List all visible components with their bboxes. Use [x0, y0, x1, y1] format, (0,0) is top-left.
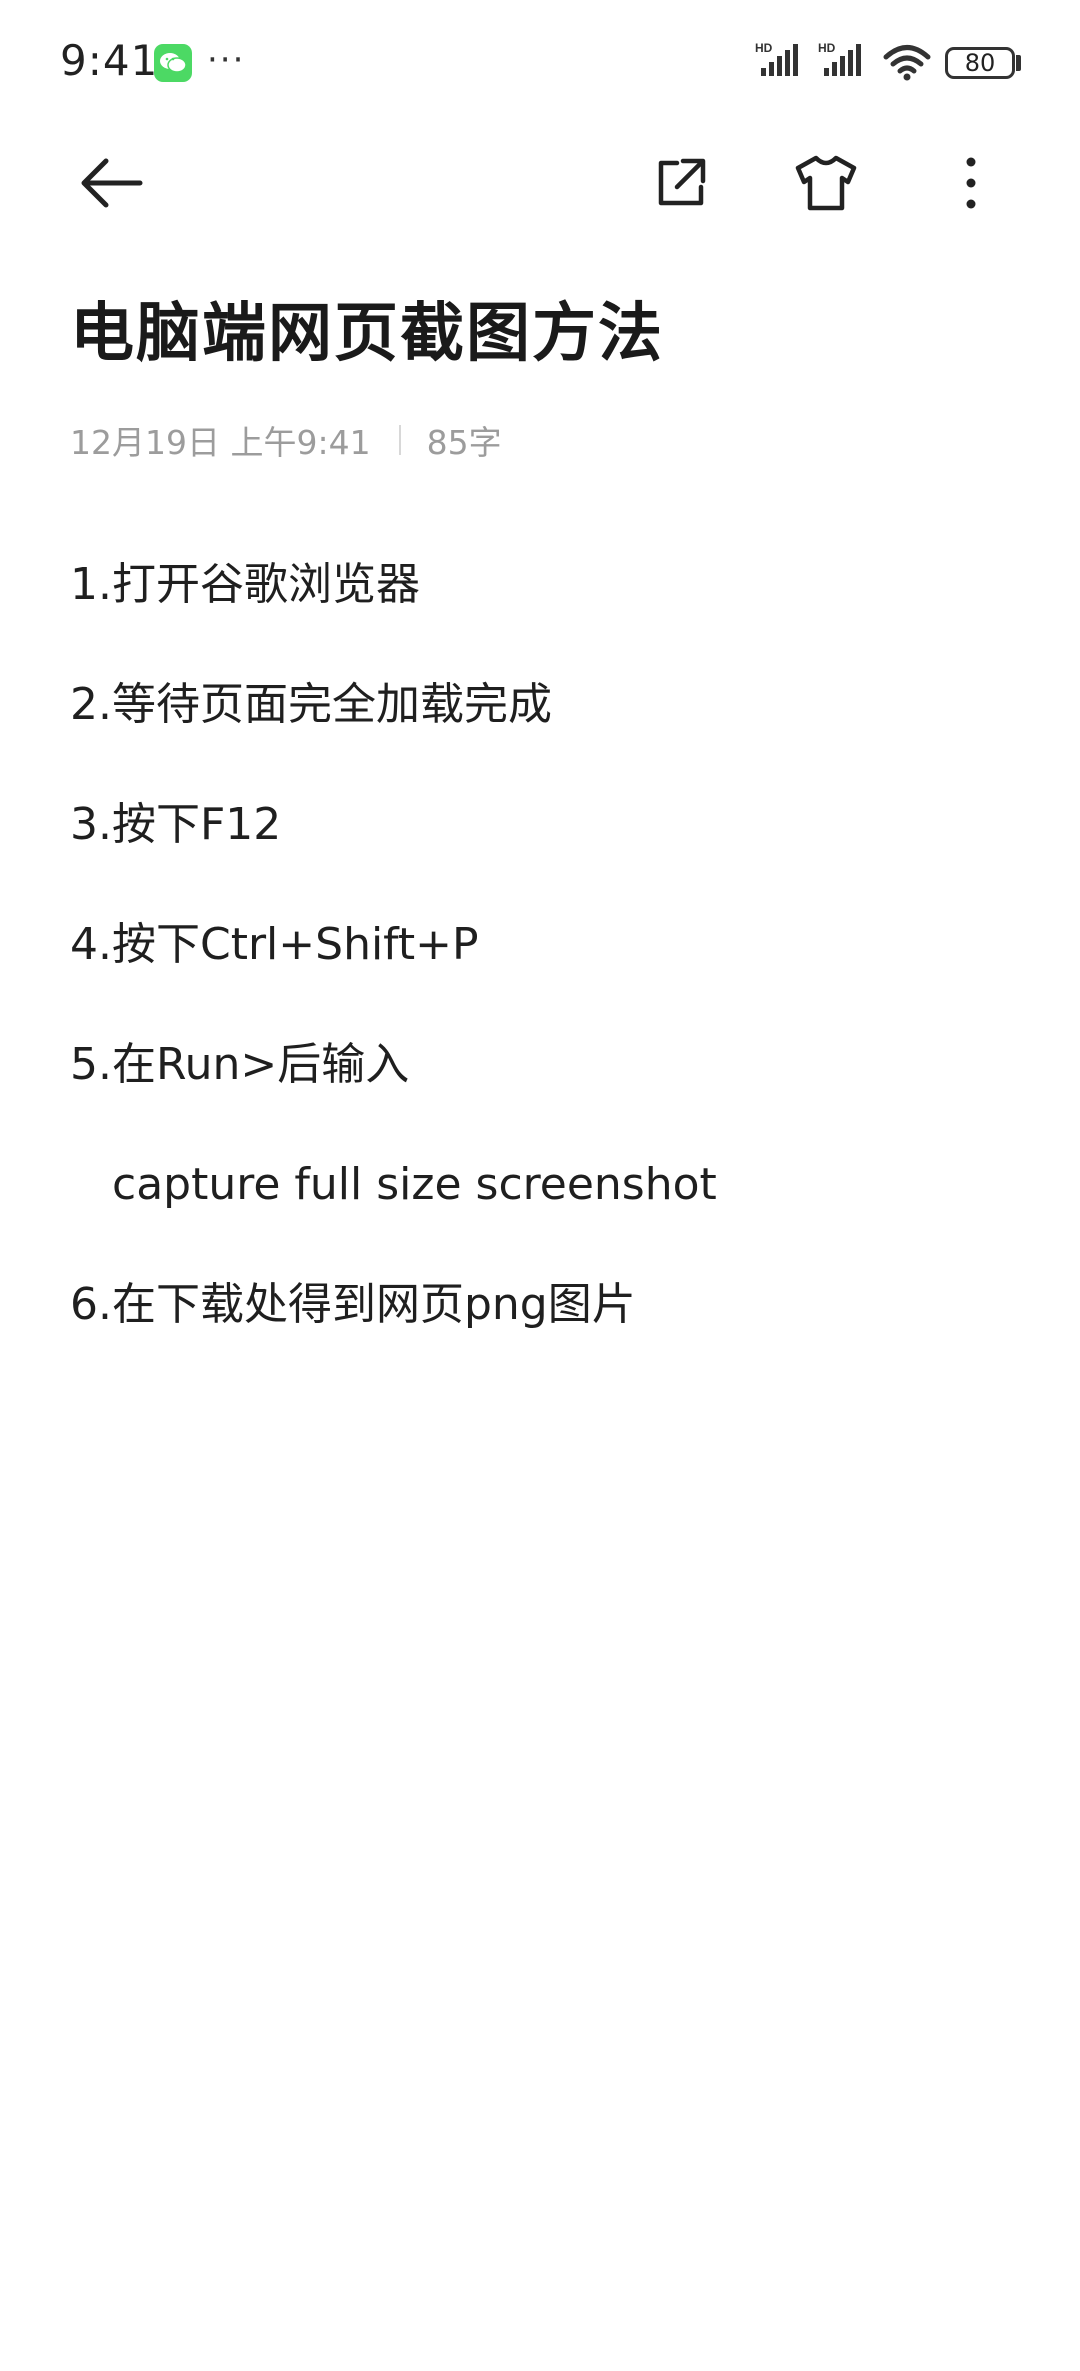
note-line[interactable]: capture full size screenshot: [70, 1125, 1030, 1245]
note-word-count: 85字: [426, 423, 502, 462]
note-line[interactable]: 4.按下Ctrl+Shift+P: [70, 885, 1030, 1005]
cellular-signal-2-icon: HD: [818, 40, 874, 86]
svg-text:HD: HD: [755, 41, 773, 55]
more-vertical-icon: [964, 156, 978, 214]
battery-level: 80: [964, 49, 996, 77]
note-body[interactable]: 1.打开谷歌浏览器 2.等待页面完全加载完成 3.按下F12 4.按下Ctrl+…: [70, 525, 1030, 1365]
note-toolbar: [0, 130, 1080, 240]
wifi-icon: [882, 44, 932, 86]
status-bar: 9:41 ··· HD HD 80: [0, 0, 1080, 120]
svg-text:HD: HD: [818, 41, 836, 55]
note-line[interactable]: 3.按下F12: [70, 765, 1030, 885]
arrow-left-icon: [78, 158, 144, 212]
cellular-signal-icon: HD: [755, 40, 811, 86]
note-line[interactable]: 1.打开谷歌浏览器: [70, 525, 1030, 645]
theme-button[interactable]: [771, 130, 881, 240]
battery-icon: 80: [945, 47, 1015, 79]
note-line[interactable]: 5.在Run>后输入: [70, 1005, 1030, 1125]
note-title[interactable]: 电脑端网页截图方法: [70, 282, 664, 374]
notification-more-icon: ···: [207, 40, 246, 80]
share-button[interactable]: [626, 130, 736, 240]
meta-divider: [398, 425, 401, 455]
share-external-icon: [653, 155, 709, 215]
status-time: 9:41: [60, 36, 159, 85]
note-date: 12月19日 上午9:41: [70, 423, 371, 462]
note-line[interactable]: 6.在下载处得到网页png图片: [70, 1245, 1030, 1365]
more-options-button[interactable]: [916, 130, 1026, 240]
note-meta: 12月19日 上午9:41 85字: [70, 416, 502, 464]
note-line[interactable]: 2.等待页面完全加载完成: [70, 645, 1030, 765]
wechat-icon: [154, 44, 192, 82]
battery-cap: [1016, 55, 1021, 71]
tshirt-icon: [794, 154, 858, 216]
back-button[interactable]: [56, 130, 166, 240]
